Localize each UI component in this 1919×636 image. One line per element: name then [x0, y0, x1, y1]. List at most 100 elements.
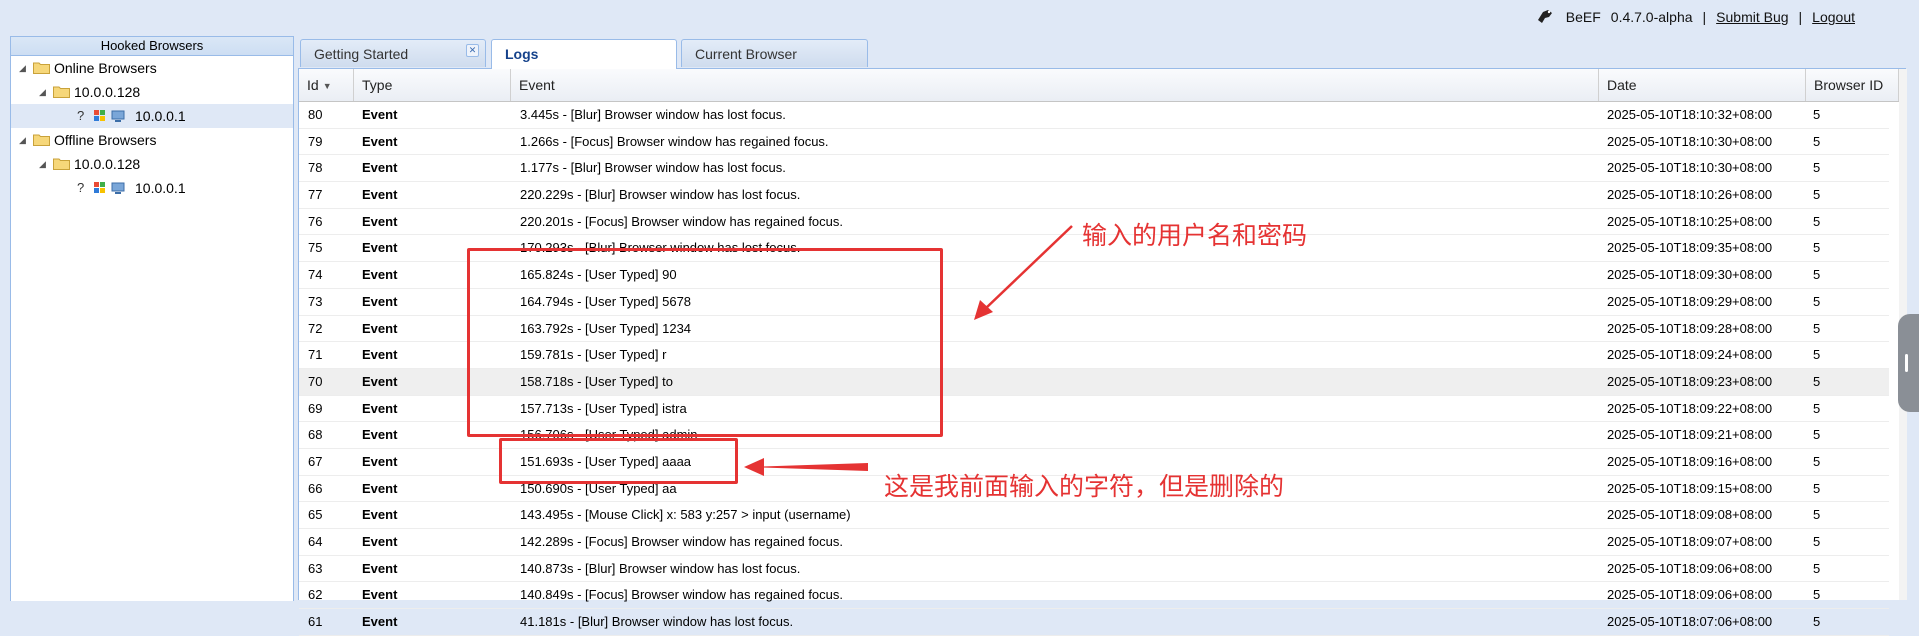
tree-node-online-ip[interactable]: ◢ 10.0.0.128	[11, 80, 293, 104]
tree-node-offline-ip[interactable]: ◢ 10.0.0.128	[11, 152, 293, 176]
submit-bug-link[interactable]: Submit Bug	[1716, 9, 1788, 25]
separator: |	[1702, 9, 1707, 25]
cell-browser-id: 5	[1813, 160, 1821, 176]
table-row[interactable]: 62 Event 140.849s - [Focus] Browser window…	[299, 582, 1889, 610]
cell-browser-id: 5	[1813, 560, 1821, 576]
table-row[interactable]: 61 Event 41.181s - [Blur] Browser window h…	[299, 609, 1889, 636]
tab-current-browser[interactable]: Current Browser	[681, 39, 868, 67]
cell-id: 78	[308, 160, 323, 176]
table-row[interactable]: 79 Event 1.266s - [Focus] Browser window h…	[299, 129, 1889, 156]
side-panel-handle[interactable]	[1898, 314, 1919, 412]
cell-date: 2025-05-10T18:07:06+08:00	[1607, 614, 1773, 630]
cell-type: Event	[362, 107, 398, 122]
cell-id: 79	[308, 133, 323, 149]
tab-logs[interactable]: Logs	[491, 39, 677, 69]
cell-date: 2025-05-10T18:09:06+08:00	[1607, 587, 1773, 603]
column-header-event[interactable]: Event	[511, 69, 1599, 101]
cell-id: 64	[308, 534, 323, 549]
cell-browser-id: 5	[1813, 107, 1821, 122]
table-row[interactable]: 77 Event 220.229s - [Blur] Browser window …	[299, 182, 1889, 209]
cell-date: 2025-05-10T18:10:32+08:00	[1607, 107, 1773, 122]
cell-browser-id: 5	[1813, 534, 1821, 549]
cell-id: 66	[308, 480, 323, 496]
folder-icon	[33, 134, 50, 146]
close-tab-icon[interactable]: ✕	[466, 44, 479, 57]
cell-id: 74	[308, 267, 323, 283]
cell-event: 3.445s - [Blur] Browser window has lost …	[520, 107, 786, 122]
logout-link[interactable]: Logout	[1812, 9, 1855, 25]
column-header-browser-id[interactable]: Browser ID	[1806, 69, 1899, 101]
separator: |	[1798, 9, 1803, 25]
cell-type: Event	[362, 560, 398, 576]
tree-node-online-browsers[interactable]: ◢ Online Browsers	[11, 56, 293, 80]
folder-icon	[33, 62, 50, 74]
annotation-label-credentials: 输入的用户名和密码	[1082, 221, 1308, 250]
cell-date: 2025-05-10T18:09:08+08:00	[1607, 507, 1773, 523]
cell-id: 76	[308, 213, 323, 229]
table-row[interactable]: 78 Event 1.177s - [Blur] Browser window ha…	[299, 155, 1889, 183]
tree-label: Online Browsers	[54, 60, 157, 76]
cell-date: 2025-05-10T18:10:26+08:00	[1607, 187, 1773, 203]
grid-header: Id ▼ Type Event Date Browser ID	[299, 69, 1899, 102]
table-row[interactable]: 64 Event 142.289s - [Focus] Browser window…	[299, 529, 1889, 556]
cell-date: 2025-05-10T18:09:28+08:00	[1607, 320, 1773, 336]
expand-arrow-icon[interactable]: ◢	[39, 152, 46, 176]
table-row[interactable]: 65 Event 143.495s - [Mouse Click] x: 583 y…	[299, 502, 1889, 529]
cell-date: 2025-05-10T18:09:15+08:00	[1607, 480, 1773, 496]
cell-type: Event	[362, 133, 398, 149]
cell-date: 2025-05-10T18:09:16+08:00	[1607, 453, 1773, 469]
cell-browser-id: 5	[1813, 267, 1821, 283]
tab-label: Logs	[505, 46, 539, 62]
cell-date: 2025-05-10T18:09:07+08:00	[1607, 534, 1773, 549]
expand-arrow-icon[interactable]: ◢	[39, 80, 46, 104]
cell-date: 2025-05-10T18:09:30+08:00	[1607, 267, 1773, 283]
cell-type: Event	[362, 400, 398, 416]
cell-date: 2025-05-10T18:09:22+08:00	[1607, 400, 1773, 416]
column-header-date[interactable]: Date	[1599, 69, 1806, 101]
cell-type: Event	[362, 293, 398, 309]
tree-node-offline-browsers[interactable]: ◢ Offline Browsers	[11, 128, 293, 152]
cell-id: 62	[308, 587, 323, 603]
column-header-id[interactable]: Id ▼	[299, 69, 354, 101]
tree-node-online-host[interactable]: ? 10.0.0.1	[11, 104, 293, 128]
cell-type: Event	[362, 267, 398, 283]
tree-node-offline-host[interactable]: ? 10.0.0.1	[11, 176, 293, 200]
table-row[interactable]: 63 Event 140.873s - [Blur] Browser window …	[299, 556, 1889, 583]
cell-type: Event	[362, 160, 398, 176]
cell-event: 220.201s - [Focus] Browser window has re…	[520, 213, 844, 229]
cell-type: Event	[362, 427, 398, 443]
cell-event: 220.229s - [Blur] Browser window has los…	[520, 187, 801, 203]
cell-browser-id: 5	[1813, 480, 1821, 496]
table-row[interactable]: 80 Event 3.445s - [Blur] Browser window ha…	[299, 102, 1889, 129]
top-bar-links: BeEF 0.4.7.0-alpha | Submit Bug | Logout	[1534, 6, 1855, 28]
cell-id: 63	[308, 560, 323, 576]
cell-browser-id: 5	[1813, 507, 1821, 523]
cell-event: 1.266s - [Focus] Browser window has rega…	[520, 133, 829, 149]
cell-event: 140.873s - [Blur] Browser window has los…	[520, 560, 801, 576]
cell-browser-id: 5	[1813, 133, 1821, 149]
cell-date: 2025-05-10T18:10:30+08:00	[1607, 133, 1773, 149]
tree-label: 10.0.0.1	[135, 108, 186, 124]
cell-type: Event	[362, 373, 398, 389]
cell-browser-id: 5	[1813, 293, 1821, 309]
cell-date: 2025-05-10T18:09:06+08:00	[1607, 560, 1773, 576]
cell-date: 2025-05-10T18:09:29+08:00	[1607, 293, 1773, 309]
cell-event: 142.289s - [Focus] Browser window has re…	[520, 534, 844, 549]
app-version: 0.4.7.0-alpha	[1610, 9, 1693, 25]
panel-header: Hooked Browsers	[11, 37, 293, 56]
column-header-type[interactable]: Type	[354, 69, 511, 101]
tab-getting-started[interactable]: Getting Started ✕	[300, 39, 486, 67]
cell-event: 1.177s - [Blur] Browser window has lost …	[520, 160, 786, 176]
cell-browser-id: 5	[1813, 614, 1821, 630]
cell-type: Event	[362, 507, 398, 523]
windows-icon	[94, 110, 105, 121]
tab-label: Current Browser	[695, 46, 797, 62]
expand-arrow-icon[interactable]: ◢	[19, 128, 26, 152]
cell-id: 77	[308, 187, 323, 203]
expand-arrow-icon[interactable]: ◢	[19, 56, 26, 80]
cell-browser-id: 5	[1813, 587, 1821, 603]
cell-type: Event	[362, 453, 398, 469]
windows-icon	[94, 182, 105, 193]
cell-date: 2025-05-10T18:09:21+08:00	[1607, 427, 1773, 443]
cell-id: 68	[308, 427, 323, 443]
